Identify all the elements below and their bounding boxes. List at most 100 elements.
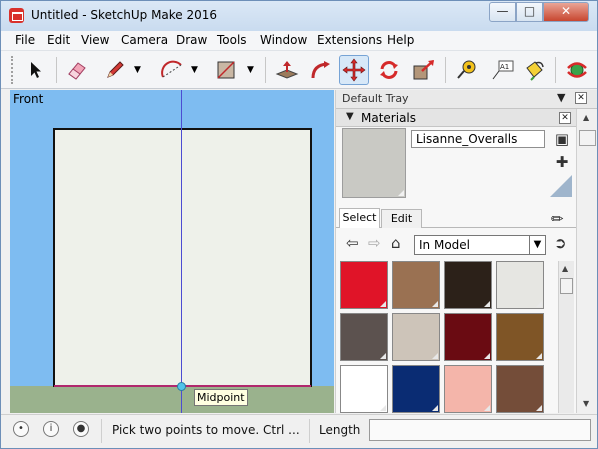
create-material-icon[interactable]: ✚: [550, 151, 574, 173]
toolbar-separator: [265, 57, 266, 83]
tray-header: Default Tray ▼ ✕: [336, 90, 597, 108]
rectangle-face[interactable]: [53, 128, 312, 387]
tray-scroll-down-icon[interactable]: ▼: [583, 399, 589, 408]
select-icon[interactable]: [21, 55, 51, 85]
material-swatch[interactable]: [496, 365, 544, 413]
material-swatch[interactable]: [340, 261, 388, 309]
menu-camera[interactable]: Camera: [121, 33, 168, 47]
materials-panel-title: Materials: [361, 111, 417, 125]
paint-bucket-icon[interactable]: [519, 55, 549, 85]
material-swatch[interactable]: [340, 313, 388, 361]
menu-bar: File Edit View Camera Draw Tools Window …: [1, 31, 597, 51]
rotate-icon[interactable]: [374, 55, 404, 85]
tray-scroll-up-icon[interactable]: ▲: [583, 113, 589, 122]
title-bar: Untitled - SketchUp Make 2016 — □ ✕: [1, 1, 597, 31]
pencil-icon[interactable]: [100, 55, 130, 85]
scale-icon[interactable]: [409, 55, 439, 85]
collection-select-value: In Model: [419, 238, 470, 252]
material-swatch[interactable]: [496, 313, 544, 361]
materials-panel-header[interactable]: ▼ Materials ✕: [336, 108, 597, 127]
push-pull-icon[interactable]: [272, 55, 302, 85]
menu-window[interactable]: Window: [260, 33, 307, 47]
material-swatch[interactable]: [444, 313, 492, 361]
status-message: Pick two points to move. Ctrl ...: [112, 423, 300, 437]
scene-label: Front: [13, 92, 44, 106]
tray-scrollbar[interactable]: ▲ ▼: [576, 109, 597, 413]
material-swatch[interactable]: [340, 365, 388, 413]
material-preview: [342, 128, 406, 198]
scroll-up-icon[interactable]: ▲: [562, 264, 568, 273]
materials-tabs: Select Edit ✏: [336, 206, 597, 228]
menu-edit[interactable]: Edit: [47, 33, 70, 47]
material-swatch[interactable]: [444, 261, 492, 309]
sample-paint-icon[interactable]: [550, 175, 572, 197]
default-tray: Default Tray ▼ ✕ ▼ Materials ✕ Lisanne_O…: [335, 90, 597, 413]
collection-select[interactable]: In Model ▼: [414, 235, 546, 255]
material-swatch[interactable]: [392, 365, 440, 413]
home-icon[interactable]: ⌂: [391, 234, 401, 252]
follow-me-icon[interactable]: [306, 55, 336, 85]
eyedropper-icon[interactable]: ✏: [551, 210, 564, 228]
arc-icon[interactable]: [157, 55, 187, 85]
midpoint-inference-marker: [177, 382, 186, 391]
back-arrow-icon[interactable]: ⇦: [346, 234, 359, 252]
status-bar: • i ● Pick two points to move. Ctrl ... …: [1, 414, 597, 448]
tab-select[interactable]: Select: [339, 208, 380, 228]
getting-started-toolbar: ▼ ▼ ▼ A1: [1, 51, 597, 89]
menu-help[interactable]: Help: [387, 33, 414, 47]
pencil-dropdown-icon[interactable]: ▼: [134, 65, 141, 75]
maximize-button[interactable]: □: [516, 2, 543, 22]
menu-view[interactable]: View: [81, 33, 109, 47]
chevron-down-icon[interactable]: ▼: [529, 236, 545, 254]
material-swatch[interactable]: [496, 261, 544, 309]
rectangle-dropdown-icon[interactable]: ▼: [247, 65, 254, 75]
tray-close-icon[interactable]: ✕: [575, 92, 587, 104]
pin-icon[interactable]: ▼: [557, 91, 565, 104]
measurements-label: Length: [319, 423, 361, 437]
orbit-icon[interactable]: [562, 55, 592, 85]
material-swatch[interactable]: [392, 261, 440, 309]
toolbar-separator: [445, 57, 446, 83]
minimize-button[interactable]: —: [489, 2, 516, 22]
tray-title: Default Tray: [342, 92, 409, 105]
collapse-arrow-icon[interactable]: ▼: [346, 111, 354, 122]
tape-measure-icon[interactable]: [452, 55, 482, 85]
materials-nav-row: ⇦ ⇨ ⌂ In Model ▼ ➲: [336, 231, 597, 257]
display-secondary-pane-icon[interactable]: ▣: [550, 128, 574, 150]
credits-info-icon[interactable]: i: [43, 421, 59, 437]
text-icon[interactable]: A1: [487, 55, 517, 85]
window-title: Untitled - SketchUp Make 2016: [31, 8, 218, 22]
menu-file[interactable]: File: [15, 33, 35, 47]
drawing-viewport[interactable]: Front Midpoint: [10, 90, 334, 413]
swatches-scrollbar[interactable]: ▲: [558, 261, 574, 413]
arc-dropdown-icon[interactable]: ▼: [191, 65, 198, 75]
tray-scroll-thumb[interactable]: [579, 130, 596, 146]
material-name-field[interactable]: Lisanne_Overalls: [411, 130, 545, 148]
measurements-input[interactable]: [369, 419, 591, 441]
geolocation-icon[interactable]: •: [13, 421, 29, 437]
toolbar-grip[interactable]: [11, 56, 15, 84]
scroll-thumb[interactable]: [560, 278, 573, 294]
move-icon[interactable]: [339, 55, 369, 85]
details-arrow-icon[interactable]: ➲: [554, 234, 567, 252]
toolbar-separator: [56, 57, 57, 83]
menu-draw[interactable]: Draw: [176, 33, 207, 47]
tab-edit[interactable]: Edit: [381, 209, 422, 228]
materials-close-icon[interactable]: ✕: [559, 112, 571, 124]
eraser-icon[interactable]: [62, 55, 92, 85]
ground-plane: [10, 386, 334, 413]
rectangle-icon[interactable]: [211, 55, 241, 85]
sketchup-logo-icon: [9, 8, 24, 23]
forward-arrow-icon[interactable]: ⇨: [368, 234, 381, 252]
menu-tools[interactable]: Tools: [217, 33, 247, 47]
blue-axis-line: [181, 90, 182, 386]
toolbar-separator: [555, 57, 556, 83]
inference-tooltip: Midpoint: [194, 389, 248, 406]
material-swatch[interactable]: [444, 365, 492, 413]
close-button[interactable]: ✕: [543, 2, 589, 22]
text-tool-glyph: A1: [500, 63, 509, 71]
user-icon[interactable]: ●: [73, 421, 89, 437]
status-separator: [309, 419, 310, 443]
material-swatch[interactable]: [392, 313, 440, 361]
menu-extensions[interactable]: Extensions: [317, 33, 382, 47]
